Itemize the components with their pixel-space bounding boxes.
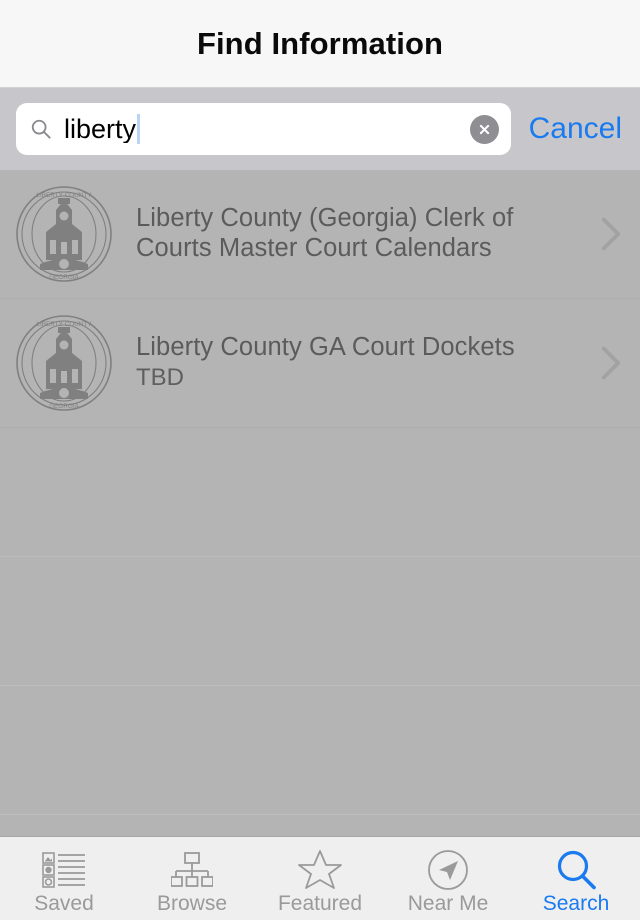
text-cursor (137, 114, 141, 144)
search-input-value: liberty (64, 115, 137, 143)
tab-label-search: Search (542, 891, 610, 915)
svg-text:GEORGIA: GEORGIA (49, 403, 80, 410)
list-item[interactable] (0, 686, 640, 815)
tab-featured[interactable]: Featured (256, 837, 384, 920)
clear-search-button[interactable] (469, 114, 499, 144)
search-icon (554, 848, 598, 892)
tab-label-near-me: Near Me (407, 891, 489, 915)
search-results-list[interactable]: LIBERTY COUNTY GEORGIA Liberty County (G… (0, 170, 640, 836)
app-screen: Find Information liberty Cancel LIBERTY … (0, 0, 640, 920)
tab-search[interactable]: Search (512, 837, 640, 920)
page-title: Find Information (196, 25, 444, 61)
tab-saved[interactable]: Saved (0, 837, 128, 920)
svg-text:LIBERTY COUNTY: LIBERTY COUNTY (36, 192, 92, 199)
cancel-button[interactable]: Cancel (511, 112, 626, 146)
list-item[interactable] (0, 428, 640, 557)
tab-label-browse: Browse (156, 891, 228, 915)
tab-near-me[interactable]: Near Me (384, 837, 512, 920)
hierarchy-icon (171, 848, 213, 892)
tab-label-saved: Saved (34, 891, 94, 915)
close-icon (479, 124, 489, 134)
chevron-right-icon (601, 217, 621, 251)
list-item-text: Liberty County GA Court Dockets TBD (136, 333, 600, 393)
svg-text:LIBERTY COUNTY: LIBERTY COUNTY (36, 321, 92, 328)
list-item-text: Liberty County (Georgia) Clerk of Courts… (136, 204, 600, 264)
search-input[interactable]: liberty (16, 103, 511, 155)
liberty-county-georgia-seal-icon: LIBERTY COUNTY GEORGIA (16, 315, 112, 411)
search-bar: liberty Cancel (0, 88, 640, 170)
list-item-title: Liberty County GA Court Dockets (136, 333, 515, 362)
search-icon (31, 119, 51, 139)
star-icon (298, 848, 342, 892)
list-item-title: Liberty County (Georgia) Clerk of Courts… (136, 204, 514, 262)
navigation-header: Find Information (0, 0, 640, 88)
saved-list-icon (42, 848, 86, 892)
list-item[interactable]: LIBERTY COUNTY GEORGIA Liberty County (G… (0, 170, 640, 299)
list-item-subtitle: TBD (136, 364, 184, 392)
list-item[interactable]: LIBERTY COUNTY GEORGIA Liberty County GA… (0, 299, 640, 428)
liberty-county-georgia-seal-icon: LIBERTY COUNTY GEORGIA (16, 186, 112, 282)
svg-text:GEORGIA: GEORGIA (49, 274, 80, 281)
compass-navigation-icon (426, 848, 470, 892)
tab-bar: Saved Browse Featured Near Me Search (0, 836, 640, 920)
chevron-right-icon (601, 346, 621, 380)
tab-browse[interactable]: Browse (128, 837, 256, 920)
list-item[interactable] (0, 557, 640, 686)
tab-label-featured: Featured (277, 891, 363, 915)
